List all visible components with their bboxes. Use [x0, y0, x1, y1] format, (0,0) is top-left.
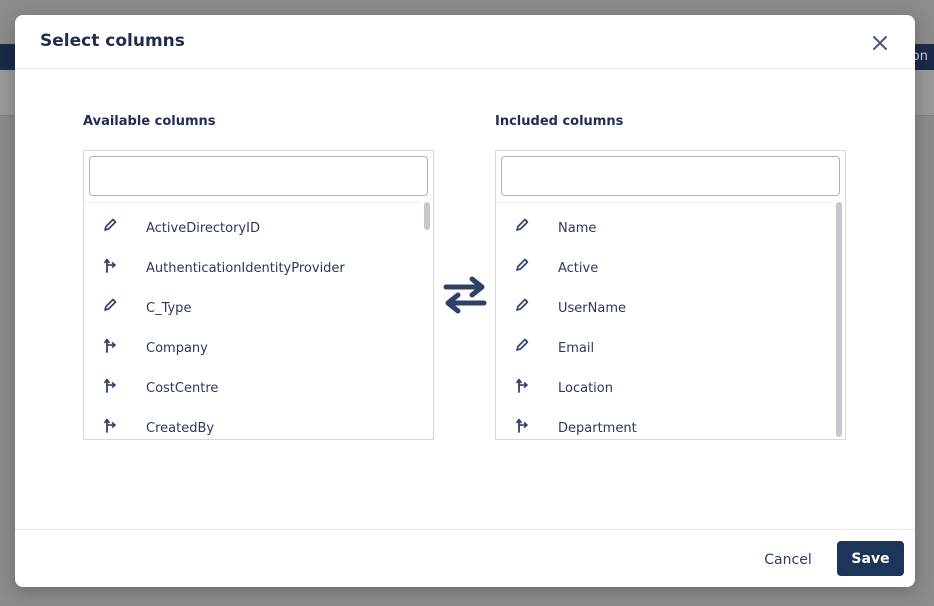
- dialog-header: Select columns: [15, 15, 915, 69]
- save-button[interactable]: Save: [837, 541, 904, 576]
- swap-columns-button[interactable]: [442, 274, 488, 316]
- list-item[interactable]: Location: [496, 367, 833, 407]
- list-item[interactable]: CostCentre: [84, 367, 421, 407]
- link-arrow-icon: [514, 377, 530, 393]
- list-item[interactable]: Active: [496, 247, 833, 287]
- select-columns-dialog: Select columns Available columns ActiveD…: [15, 15, 915, 587]
- list-item[interactable]: Company: [84, 327, 421, 367]
- link-arrow-icon: [102, 337, 118, 353]
- pencil-icon: [102, 297, 118, 313]
- list-item-label: Email: [558, 341, 595, 356]
- list-item-label: AuthenticationIdentityProvider: [146, 261, 345, 276]
- close-button[interactable]: [868, 31, 892, 55]
- list-item-label: CreatedBy: [146, 421, 215, 436]
- link-arrow-icon: [102, 257, 118, 273]
- close-icon: [873, 36, 887, 50]
- available-columns-scrollbar[interactable]: [422, 202, 432, 439]
- link-arrow-icon: [102, 377, 118, 393]
- available-columns-label: Available columns: [83, 114, 216, 129]
- list-item-label: ActiveDirectoryID: [146, 221, 260, 236]
- pencil-icon: [514, 217, 530, 233]
- list-item-label: C_Type: [146, 301, 192, 316]
- list-item[interactable]: AuthenticationIdentityProvider: [84, 247, 421, 287]
- list-item[interactable]: CreatedBy: [84, 407, 421, 439]
- available-columns-list: ActiveDirectoryID AuthenticationIdentityP…: [84, 202, 421, 439]
- list-item-label: Location: [558, 381, 613, 396]
- available-columns-search-input[interactable]: [89, 156, 428, 196]
- available-columns-panel: ActiveDirectoryID AuthenticationIdentityP…: [83, 150, 434, 440]
- list-item[interactable]: ActiveDirectoryID: [84, 207, 421, 247]
- cancel-button[interactable]: Cancel: [752, 542, 824, 578]
- pencil-icon: [514, 257, 530, 273]
- list-item-label: UserName: [558, 301, 626, 316]
- link-arrow-icon: [102, 417, 118, 433]
- list-item-label: Department: [558, 421, 637, 436]
- list-item[interactable]: Department: [496, 407, 833, 439]
- list-item[interactable]: Email: [496, 327, 833, 367]
- dialog-footer: Cancel Save: [15, 529, 915, 587]
- list-item[interactable]: Name: [496, 207, 833, 247]
- pencil-icon: [514, 337, 530, 353]
- dialog-title: Select columns: [40, 31, 185, 51]
- included-columns-search-input[interactable]: [501, 156, 840, 196]
- list-item-label: Company: [146, 341, 208, 356]
- included-columns-scroll-thumb[interactable]: [836, 202, 842, 437]
- swap-arrows-icon: [443, 276, 487, 314]
- included-columns-list: Name Active UserName Email Location Departmen…: [496, 202, 833, 439]
- list-item-label: CostCentre: [146, 381, 219, 396]
- link-arrow-icon: [514, 417, 530, 433]
- pencil-icon: [102, 217, 118, 233]
- included-columns-scrollbar[interactable]: [834, 202, 844, 439]
- pencil-icon: [514, 297, 530, 313]
- included-columns-label: Included columns: [495, 114, 624, 129]
- included-columns-panel: Name Active UserName Email Location Departmen…: [495, 150, 846, 440]
- list-item-label: Name: [558, 221, 597, 236]
- available-columns-scroll-thumb[interactable]: [424, 202, 430, 230]
- list-item[interactable]: UserName: [496, 287, 833, 327]
- list-item-label: Active: [558, 261, 599, 276]
- list-item[interactable]: C_Type: [84, 287, 421, 327]
